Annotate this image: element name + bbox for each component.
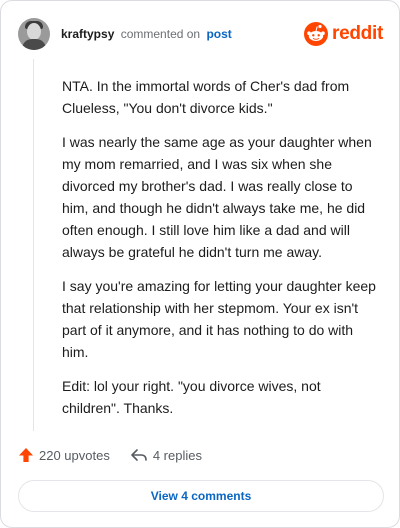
upvote-count: 220 upvotes xyxy=(39,447,110,463)
avatar-body xyxy=(22,39,46,50)
comment-paragraph: I say you're amazing for letting your da… xyxy=(62,278,376,360)
reddit-wordmark: reddit xyxy=(332,23,383,44)
user-avatar[interactable] xyxy=(18,18,50,50)
comment-header: kraftypsy commented on post reddit xyxy=(18,17,383,51)
upvote-button[interactable]: 220 upvotes xyxy=(18,447,110,463)
view-comments-button[interactable]: View 4 comments xyxy=(18,480,384,512)
post-link[interactable]: post xyxy=(206,27,231,41)
comment-actions: 220 upvotes 4 replies xyxy=(18,445,202,465)
comment-paragraph: NTA. In the immortal words of Cher's dad… xyxy=(62,78,350,116)
comment-paragraph: Edit: lol your right. "you divorce wives… xyxy=(62,378,321,416)
username-link[interactable]: kraftypsy xyxy=(61,27,114,41)
reddit-logo[interactable]: reddit xyxy=(304,22,383,46)
avatar-face xyxy=(27,23,41,40)
comment-card: kraftypsy commented on post reddit NTA. … xyxy=(0,0,400,528)
thread-line xyxy=(33,59,34,431)
reply-arrow-icon xyxy=(131,449,147,461)
upvote-arrow-icon xyxy=(19,448,33,462)
commented-on-text: commented on xyxy=(120,27,201,41)
comment-body: NTA. In the immortal words of Cher's dad… xyxy=(62,75,380,431)
replies-count: 4 replies xyxy=(152,447,202,463)
replies-button[interactable]: 4 replies xyxy=(130,447,202,463)
snoo-icon xyxy=(304,22,329,46)
comment-paragraph: I was nearly the same age as your daught… xyxy=(62,134,372,260)
comment-meta: kraftypsy commented on post xyxy=(61,26,232,42)
